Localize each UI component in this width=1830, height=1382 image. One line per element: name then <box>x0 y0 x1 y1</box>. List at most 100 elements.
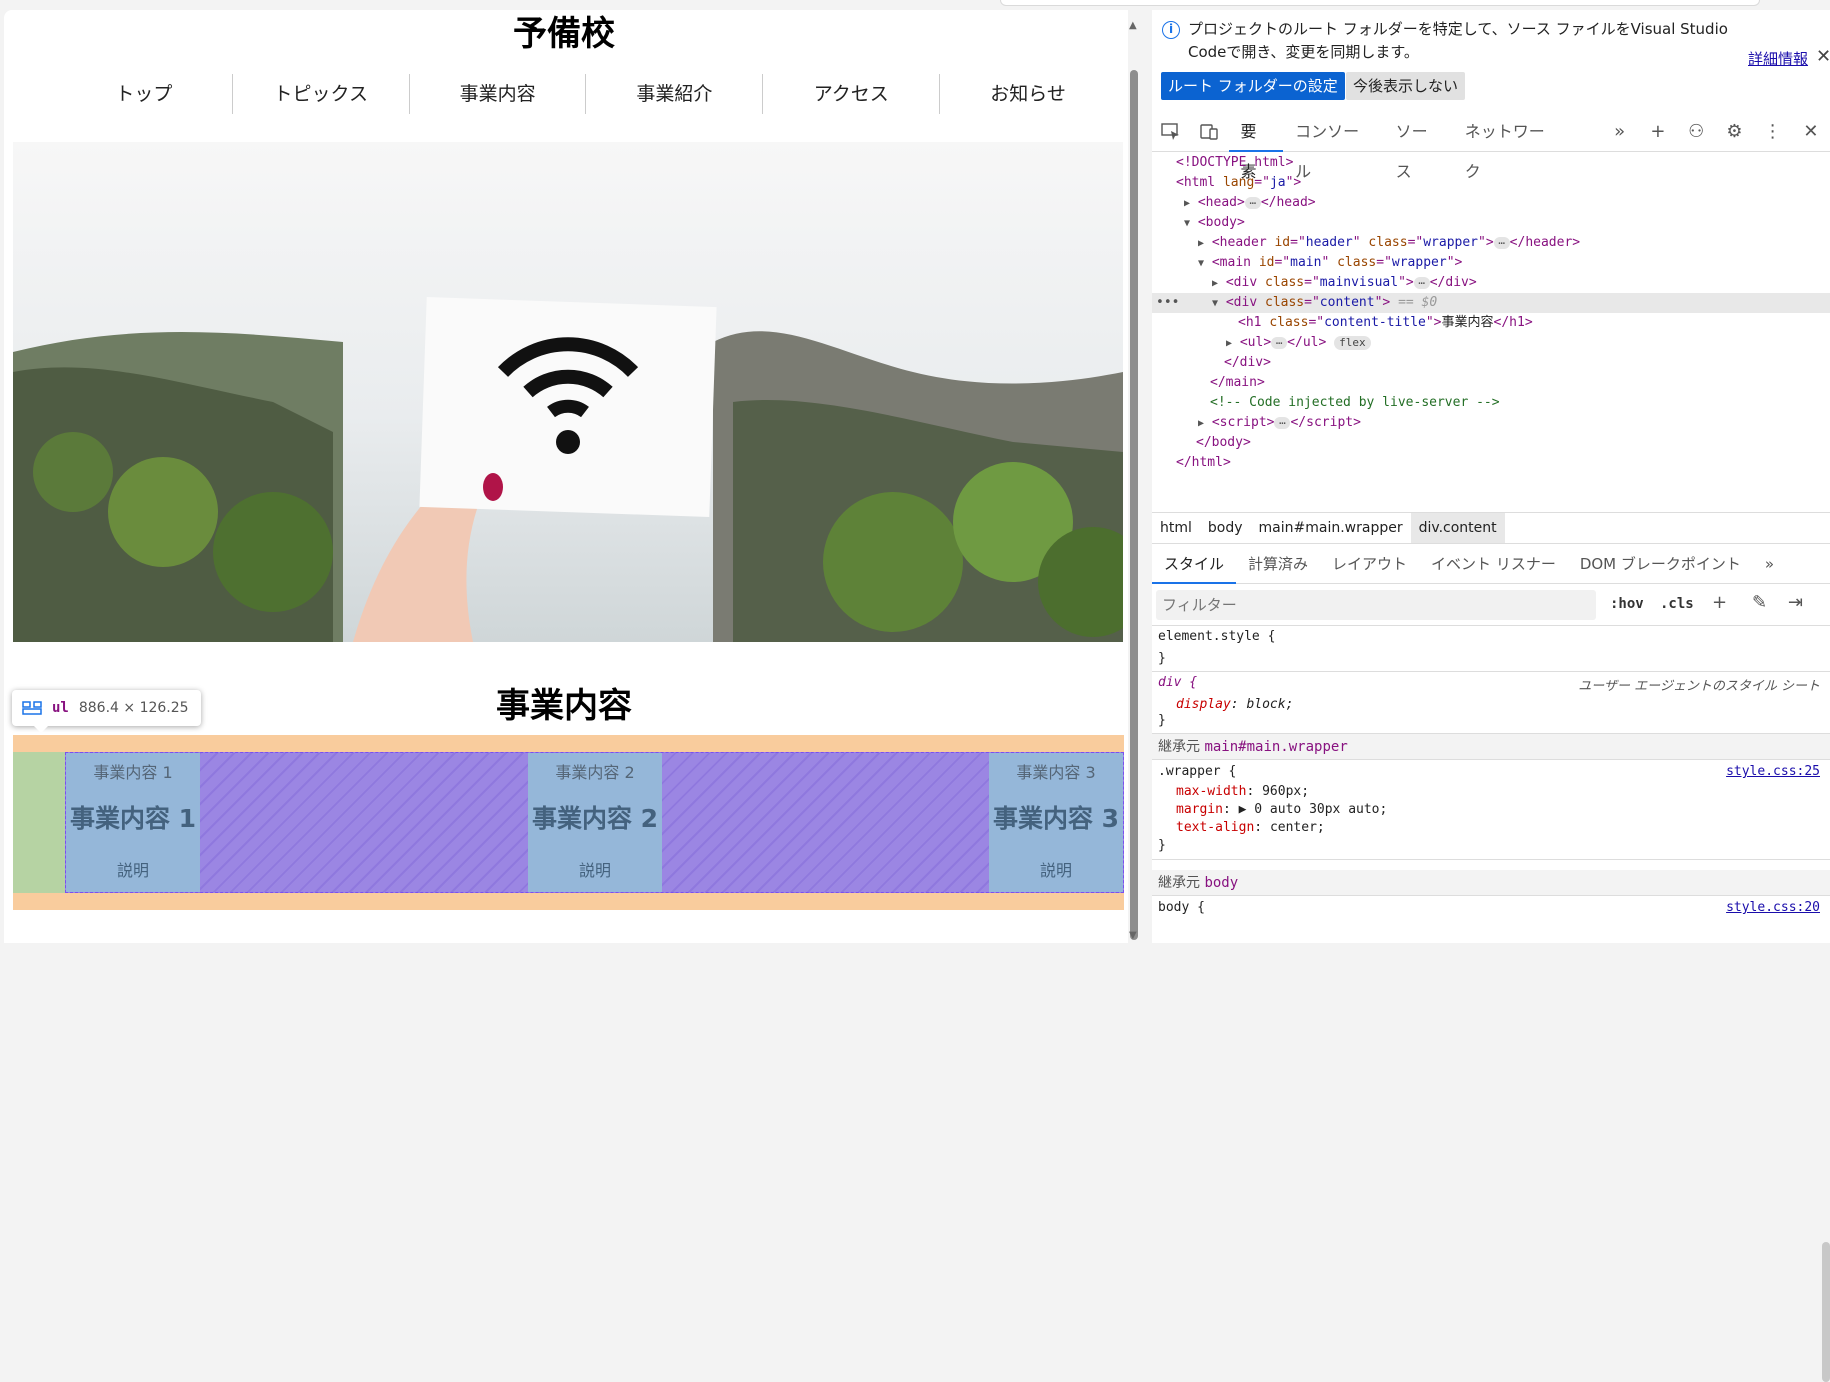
add-tab-icon[interactable]: + <box>1639 112 1677 152</box>
close-devtools-icon[interactable]: ✕ <box>1792 112 1830 152</box>
nav-item-business[interactable]: 事業内容 <box>408 74 586 114</box>
rule-body[interactable]: body { style.css:20 <box>1152 896 1830 943</box>
crumb-div-content[interactable]: div.content <box>1410 513 1505 543</box>
tab-network[interactable]: ネットワーク <box>1453 112 1569 181</box>
tab-console[interactable]: コンソール <box>1283 112 1384 181</box>
site-nav: トップ トピックス 事業内容 事業紹介 アクセス お知らせ <box>56 74 1116 114</box>
item-heading: 事業内容 1 <box>69 804 197 833</box>
dont-show-again-button[interactable]: 今後表示しない <box>1346 72 1466 100</box>
scroll-down-icon[interactable]: ▼ <box>1129 930 1137 941</box>
cls-toggle[interactable]: .cls <box>1660 596 1694 612</box>
nav-item-news[interactable]: お知らせ <box>939 74 1116 114</box>
flex-badge[interactable]: flex <box>1334 336 1371 350</box>
gear-icon[interactable]: ⚙ <box>1715 112 1753 152</box>
ul-highlight-padding <box>13 752 65 893</box>
item-heading: 事業内容 3 <box>992 804 1120 833</box>
dom-mainvisual[interactable]: ▶ <div class="mainvisual">… </div> <box>1152 273 1830 293</box>
page-viewport: 予備校 トップ トピックス 事業内容 事業紹介 アクセス お知らせ 事業内容 u… <box>4 10 1140 943</box>
device-toggle-icon[interactable] <box>1190 112 1228 152</box>
tab-sources[interactable]: ソース <box>1384 112 1453 181</box>
list-item: 事業内容 3 事業内容 3 説明 <box>989 753 1123 892</box>
item-heading: 事業内容 2 <box>531 804 659 833</box>
item-image-alt: 事業内容 3 <box>1016 763 1096 782</box>
styles-filter-input[interactable] <box>1156 590 1596 620</box>
sidebar-toggle-icon[interactable]: ⇥ <box>1788 592 1803 613</box>
tab-layout[interactable]: レイアウト <box>1320 544 1419 584</box>
crumb-html[interactable]: html <box>1152 513 1200 543</box>
tab-event-listeners[interactable]: イベント リスナー <box>1419 544 1568 584</box>
issues-icon[interactable]: ⚇ <box>1677 112 1715 152</box>
close-icon[interactable]: ✕ <box>1816 46 1830 67</box>
devtools-infobar: i プロジェクトのルート フォルダーを特定して、ソース ファイルをVisual … <box>1152 10 1830 110</box>
breadcrumb: html body main#main.wrapper div.content <box>1152 512 1830 544</box>
item-description: 説明 <box>116 861 149 880</box>
infobar-message: プロジェクトのルート フォルダーを特定して、ソース ファイルをVisual St… <box>1188 20 1728 61</box>
dom-body-close[interactable]: </body> <box>1152 433 1830 453</box>
dom-div-close[interactable]: </div> <box>1152 353 1830 373</box>
dom-main-close[interactable]: </main> <box>1152 373 1830 393</box>
inherited-from-body: 継承元 body <box>1152 870 1830 896</box>
page-scroll-thumb[interactable] <box>1130 70 1138 940</box>
browser-top-strip <box>0 0 1830 8</box>
rule-element-style[interactable]: element.style { } <box>1152 626 1830 672</box>
devtools-toolbar: 要素 コンソール ソース ネットワーク » + ⚇ ⚙ ⋮ ✕ <box>1152 112 1830 181</box>
new-rule-icon[interactable]: + <box>1712 592 1727 613</box>
item-description: 説明 <box>1039 861 1072 880</box>
dom-comment[interactable]: <!-- Code injected by live-server --> <box>1152 393 1830 413</box>
wrapper-source-link[interactable]: style.css:25 <box>1726 764 1820 779</box>
dom-header[interactable]: ▶ <header id="header" class="wrapper">… <… <box>1152 233 1830 253</box>
dom-tree: <!DOCTYPE html> <html lang="ja"> ▶ <head… <box>1152 153 1830 513</box>
inspect-tooltip: ul 886.4 × 126.25 <box>12 690 201 733</box>
rule-wrapper[interactable]: .wrapper { style.css:25 max-width: 960px… <box>1152 760 1830 860</box>
devtools-panel: i プロジェクトのルート フォルダーを特定して、ソース ファイルをVisual … <box>1152 10 1830 1382</box>
dom-h1[interactable]: <h1 class="content-title">事業内容</h1> <box>1152 313 1830 333</box>
more-tabs-icon[interactable]: » <box>1601 112 1639 152</box>
body-source-link[interactable]: style.css:20 <box>1726 900 1820 915</box>
tab-dom-breakpoints[interactable]: DOM ブレークポイント <box>1568 544 1753 584</box>
styles-pane: element.style { } div { ユーザー エージェントのスタイル… <box>1152 626 1830 1382</box>
styles-filter-bar: :hov .cls + ✎ ⇥ <box>1152 584 1830 626</box>
dom-html-close[interactable]: </html> <box>1152 453 1830 473</box>
address-area[interactable] <box>1000 0 1760 6</box>
kebab-menu-icon[interactable]: ⋮ <box>1754 112 1792 152</box>
flex-container-icon <box>22 701 42 715</box>
main-visual-image <box>13 142 1123 642</box>
list-item: 事業内容 1 事業内容 1 説明 <box>66 753 200 892</box>
ua-stylesheet-label: ユーザー エージェントのスタイル シート <box>1578 679 1820 694</box>
learn-more-link[interactable]: 詳細情報 <box>1748 48 1808 69</box>
nav-item-access[interactable]: アクセス <box>762 74 939 114</box>
nav-item-top[interactable]: トップ <box>56 74 232 114</box>
set-root-folder-button[interactable]: ルート フォルダーの設定 <box>1161 72 1345 100</box>
ul-highlight-margin: 事業内容 1 事業内容 1 説明 事業内容 2 事業内容 2 説明 事業内容 3… <box>13 735 1124 910</box>
hov-toggle[interactable]: :hov <box>1610 596 1644 612</box>
dom-content-selected[interactable]: ••• ▼ <div class="content"> == $0 <box>1152 293 1830 313</box>
browser-window: 予備校 トップ トピックス 事業内容 事業紹介 アクセス お知らせ 事業内容 u… <box>0 0 1830 1382</box>
site-title: 予備校 <box>513 14 615 54</box>
styles-scroll-thumb[interactable] <box>1822 1242 1830 1382</box>
crumb-main[interactable]: main#main.wrapper <box>1251 513 1411 543</box>
item-image-alt: 事業内容 1 <box>93 763 173 782</box>
tab-computed[interactable]: 計算済み <box>1236 544 1320 584</box>
paint-brush-icon[interactable]: ✎ <box>1752 592 1767 613</box>
dom-body[interactable]: ▼ <body> <box>1152 213 1830 233</box>
dom-html[interactable]: <html lang="ja"> <box>1152 173 1830 193</box>
dom-main[interactable]: ▼ <main id="main" class="wrapper"> <box>1152 253 1830 273</box>
dom-head[interactable]: ▶ <head>… </head> <box>1152 193 1830 213</box>
nav-item-topics[interactable]: トピックス <box>231 74 409 114</box>
item-description: 説明 <box>578 861 611 880</box>
tooltip-size: 886.4 × 126.25 <box>78 700 189 716</box>
dom-ul[interactable]: ▶ <ul>… </ul> flex <box>1152 333 1830 353</box>
more-subtabs-icon[interactable]: » <box>1753 544 1786 584</box>
inspect-icon[interactable] <box>1152 112 1190 152</box>
tooltip-tag: ul <box>52 700 69 716</box>
scroll-up-icon[interactable]: ▲ <box>1129 20 1137 31</box>
nav-item-intro[interactable]: 事業紹介 <box>585 74 762 114</box>
page-scrollbar[interactable]: ▲ ▼ <box>1128 10 1140 943</box>
dom-doctype[interactable]: <!DOCTYPE html> <box>1152 153 1830 173</box>
crumb-body[interactable]: body <box>1200 513 1251 543</box>
tab-elements[interactable]: 要素 <box>1228 112 1284 181</box>
list-item: 事業内容 2 事業内容 2 説明 <box>528 753 662 892</box>
tab-styles[interactable]: スタイル <box>1152 544 1237 584</box>
rule-div-ua[interactable]: div { ユーザー エージェントのスタイル シート display: bloc… <box>1152 672 1830 734</box>
dom-script[interactable]: ▶ <script>… </script> <box>1152 413 1830 433</box>
